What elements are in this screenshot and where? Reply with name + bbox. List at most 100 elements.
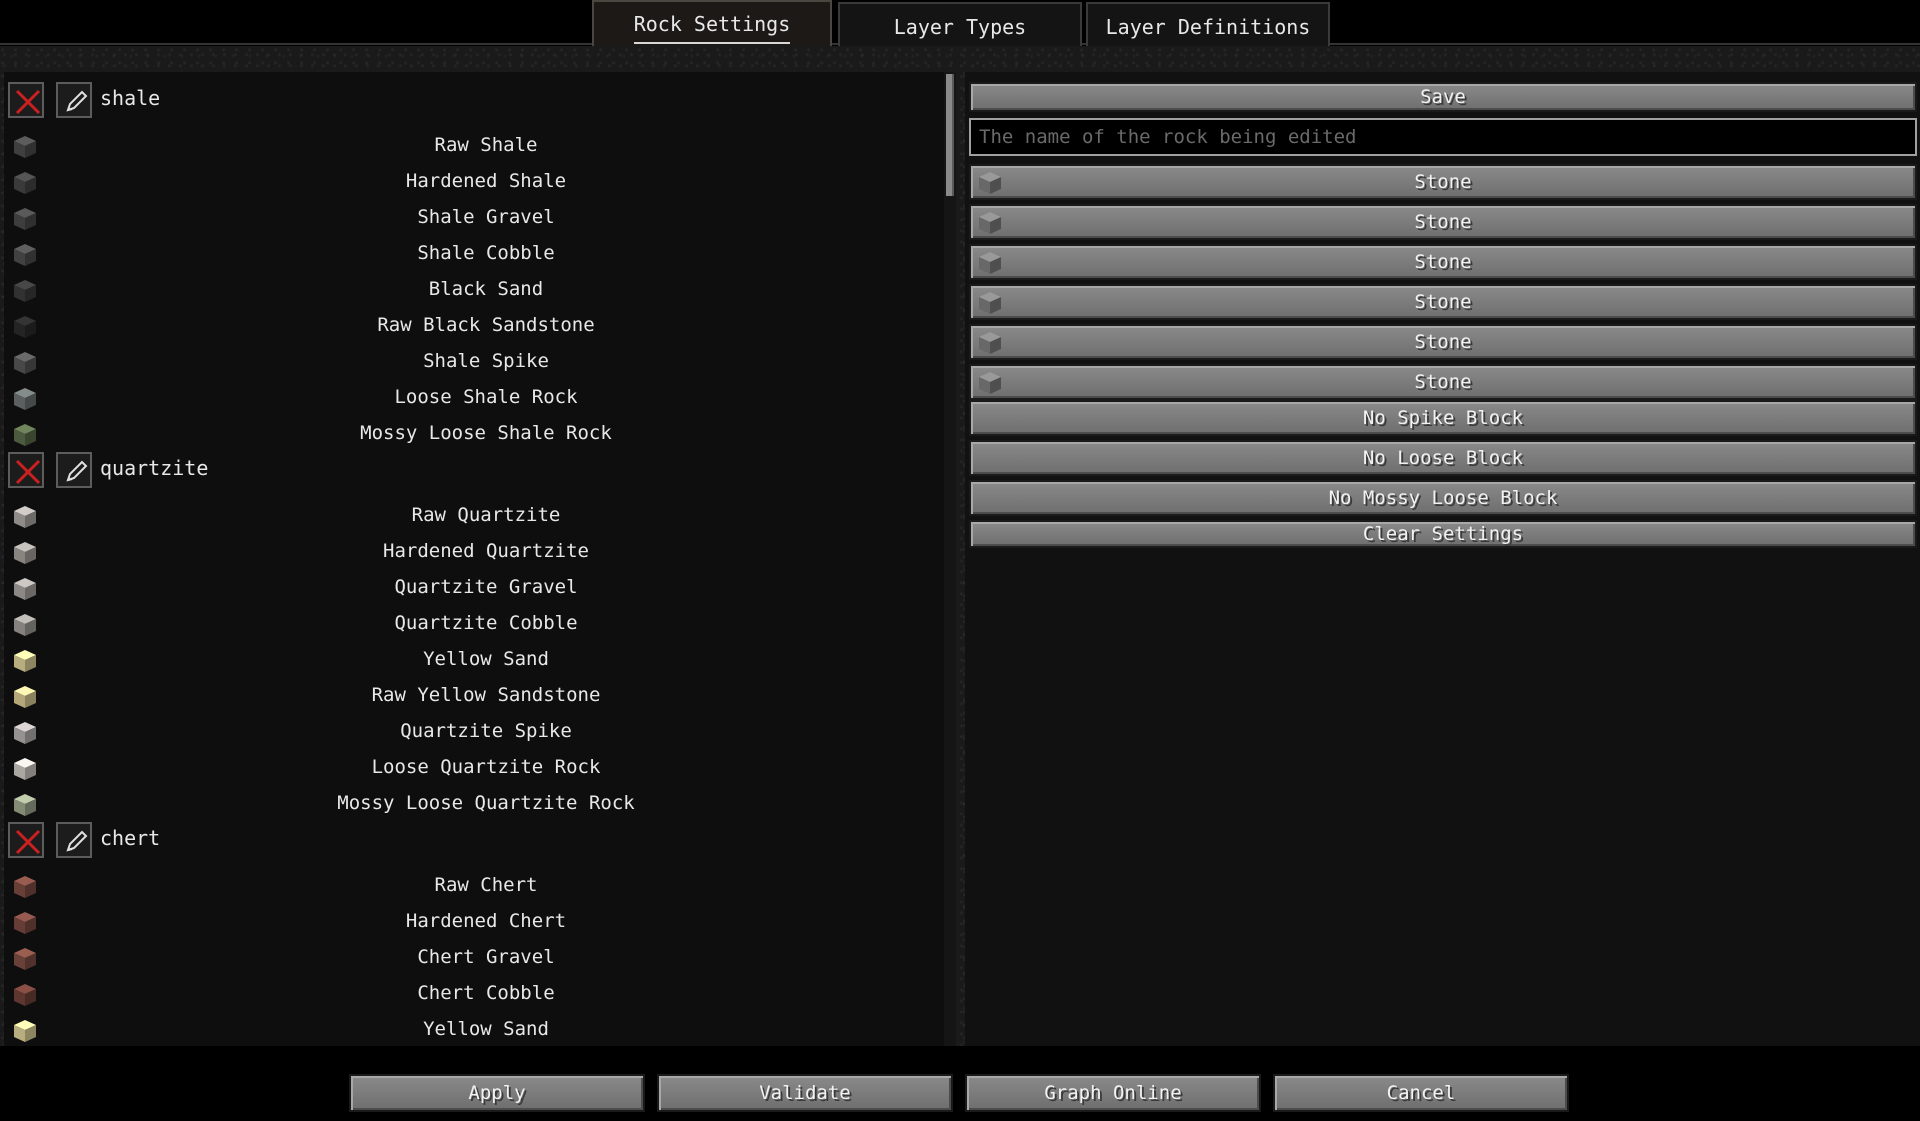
block-label: Raw Black Sandstone — [377, 314, 595, 336]
block-slot-label: Stone — [1414, 251, 1472, 273]
mossy-loose-block-button[interactable]: No Mossy Loose Block — [969, 480, 1917, 516]
tab-rock-settings[interactable]: Rock Settings — [592, 0, 832, 47]
pencil-icon — [66, 830, 88, 852]
edit-rock-button[interactable] — [56, 82, 92, 118]
block-row[interactable]: Raw Quartzite — [4, 498, 944, 534]
tab-label: Layer Definitions — [1105, 15, 1311, 39]
stone-icon — [977, 290, 1003, 326]
block-label: Shale Spike — [423, 350, 549, 372]
stone-icon — [977, 330, 1003, 366]
block-row[interactable]: Chert Cobble — [4, 976, 944, 1012]
block-slot-button[interactable]: Stone — [969, 204, 1917, 240]
spike-block-label: No Spike Block — [1362, 407, 1524, 429]
block-row[interactable]: Raw Shale — [4, 128, 944, 164]
block-row[interactable]: Shale Gravel — [4, 200, 944, 236]
block-row[interactable]: Black Sand — [4, 272, 944, 308]
block-row[interactable]: Loose Shale Rock — [4, 380, 944, 416]
loose-block-button[interactable]: No Loose Block — [969, 440, 1917, 476]
edit-rock-button[interactable] — [56, 452, 92, 488]
delete-rock-button[interactable] — [8, 452, 44, 488]
close-icon — [15, 459, 41, 485]
block-row[interactable]: Quartzite Gravel — [4, 570, 944, 606]
tab-label: Layer Types — [893, 15, 1027, 39]
block-label: Chert Gravel — [417, 946, 555, 968]
rock-name-input[interactable] — [969, 118, 1917, 156]
block-row[interactable]: Raw Black Sandstone — [4, 308, 944, 344]
block-row[interactable]: Hardened Chert — [4, 904, 944, 940]
block-label: Hardened Shale — [405, 170, 567, 192]
tab-layer-definitions[interactable]: Layer Definitions — [1086, 2, 1330, 46]
cancel-button[interactable]: Cancel — [1273, 1074, 1569, 1112]
graph-online-label: Graph Online — [1044, 1082, 1182, 1104]
edit-rock-button[interactable] — [56, 822, 92, 858]
rock-name-label: chert — [100, 826, 161, 850]
apply-button[interactable]: Apply — [349, 1074, 645, 1112]
tab-label: Rock Settings — [633, 6, 791, 44]
block-row[interactable]: Chert Gravel — [4, 940, 944, 976]
scrollbar-thumb[interactable] — [946, 74, 954, 196]
block-label: Raw Shale — [434, 134, 538, 156]
rock-editor-panel: Save Stone Stone Stone Stone Stone Stone No S… — [965, 72, 1920, 1046]
block-slot-button[interactable]: Stone — [969, 164, 1917, 200]
stone-icon — [977, 250, 1003, 286]
block-row[interactable]: Raw Yellow Sandstone — [4, 678, 944, 714]
block-label: Yellow Sand — [423, 1018, 549, 1040]
block-label: Quartzite Cobble — [394, 612, 578, 634]
block-label: Mossy Loose Shale Rock — [360, 422, 612, 444]
block-label: Raw Quartzite — [411, 504, 561, 526]
block-slot-button[interactable]: Stone — [969, 324, 1917, 360]
block-row[interactable]: Raw Chert — [4, 868, 944, 904]
save-button-label: Save — [1420, 86, 1466, 108]
scrollbar-track[interactable] — [944, 72, 956, 1046]
delete-rock-button[interactable] — [8, 82, 44, 118]
rock-name-label: shale — [100, 86, 161, 110]
block-row[interactable]: Yellow Sand — [4, 642, 944, 678]
block-row[interactable]: Quartzite Cobble — [4, 606, 944, 642]
block-row[interactable]: Shale Cobble — [4, 236, 944, 272]
block-slot-label: Stone — [1414, 211, 1472, 233]
block-row[interactable]: Hardened Shale — [4, 164, 944, 200]
validate-button[interactable]: Validate — [657, 1074, 953, 1112]
block-slot-button[interactable]: Stone — [969, 284, 1917, 320]
tab-bar: Rock Settings Layer Types Layer Definiti… — [0, 0, 1920, 47]
block-label: Shale Gravel — [417, 206, 555, 228]
clear-settings-button[interactable]: Clear Settings — [969, 520, 1917, 548]
block-label: Hardened Quartzite — [383, 540, 589, 562]
rock-name-label: quartzite — [100, 456, 209, 480]
validate-label: Validate — [759, 1082, 851, 1104]
block-label: Shale Cobble — [417, 242, 555, 264]
stone-icon — [977, 210, 1003, 246]
mossy-loose-block-label: No Mossy Loose Block — [1328, 487, 1558, 509]
block-label: Loose Quartzite Rock — [371, 756, 601, 778]
apply-label: Apply — [468, 1082, 526, 1104]
block-label: Loose Shale Rock — [394, 386, 578, 408]
block-slot-button[interactable]: Stone — [969, 364, 1917, 400]
block-row[interactable]: Quartzite Spike — [4, 714, 944, 750]
block-label: Black Sand — [428, 278, 544, 300]
block-row[interactable]: Mossy Loose Quartzite Rock — [4, 786, 944, 822]
tab-layer-types[interactable]: Layer Types — [838, 2, 1082, 46]
block-label: Quartzite Spike — [400, 720, 572, 742]
block-label: Chert Cobble — [417, 982, 555, 1004]
block-row[interactable]: Mossy Loose Shale Rock — [4, 416, 944, 452]
block-label: Yellow Sand — [423, 648, 549, 670]
block-row[interactable]: Hardened Quartzite — [4, 534, 944, 570]
block-row[interactable]: Loose Quartzite Rock — [4, 750, 944, 786]
spike-block-button[interactable]: No Spike Block — [969, 400, 1917, 436]
block-slot-label: Stone — [1414, 171, 1472, 193]
save-button[interactable]: Save — [969, 82, 1917, 112]
delete-rock-button[interactable] — [8, 822, 44, 858]
block-row[interactable]: Yellow Sand — [4, 1012, 944, 1046]
graph-online-button[interactable]: Graph Online — [965, 1074, 1261, 1112]
block-slot-button[interactable]: Stone — [969, 244, 1917, 280]
block-slot-label: Stone — [1414, 371, 1472, 393]
cancel-label: Cancel — [1386, 1082, 1456, 1104]
rock-list[interactable]: shale Raw Shale Hardened Shale Shale Gravel… — [4, 72, 954, 1046]
block-row[interactable]: Shale Spike — [4, 344, 944, 380]
pencil-icon — [66, 460, 88, 482]
stone-icon — [977, 170, 1003, 206]
block-label: Raw Chert — [434, 874, 538, 896]
pencil-icon — [66, 90, 88, 112]
block-label: Quartzite Gravel — [394, 576, 578, 598]
block-slot-label: Stone — [1414, 291, 1472, 313]
